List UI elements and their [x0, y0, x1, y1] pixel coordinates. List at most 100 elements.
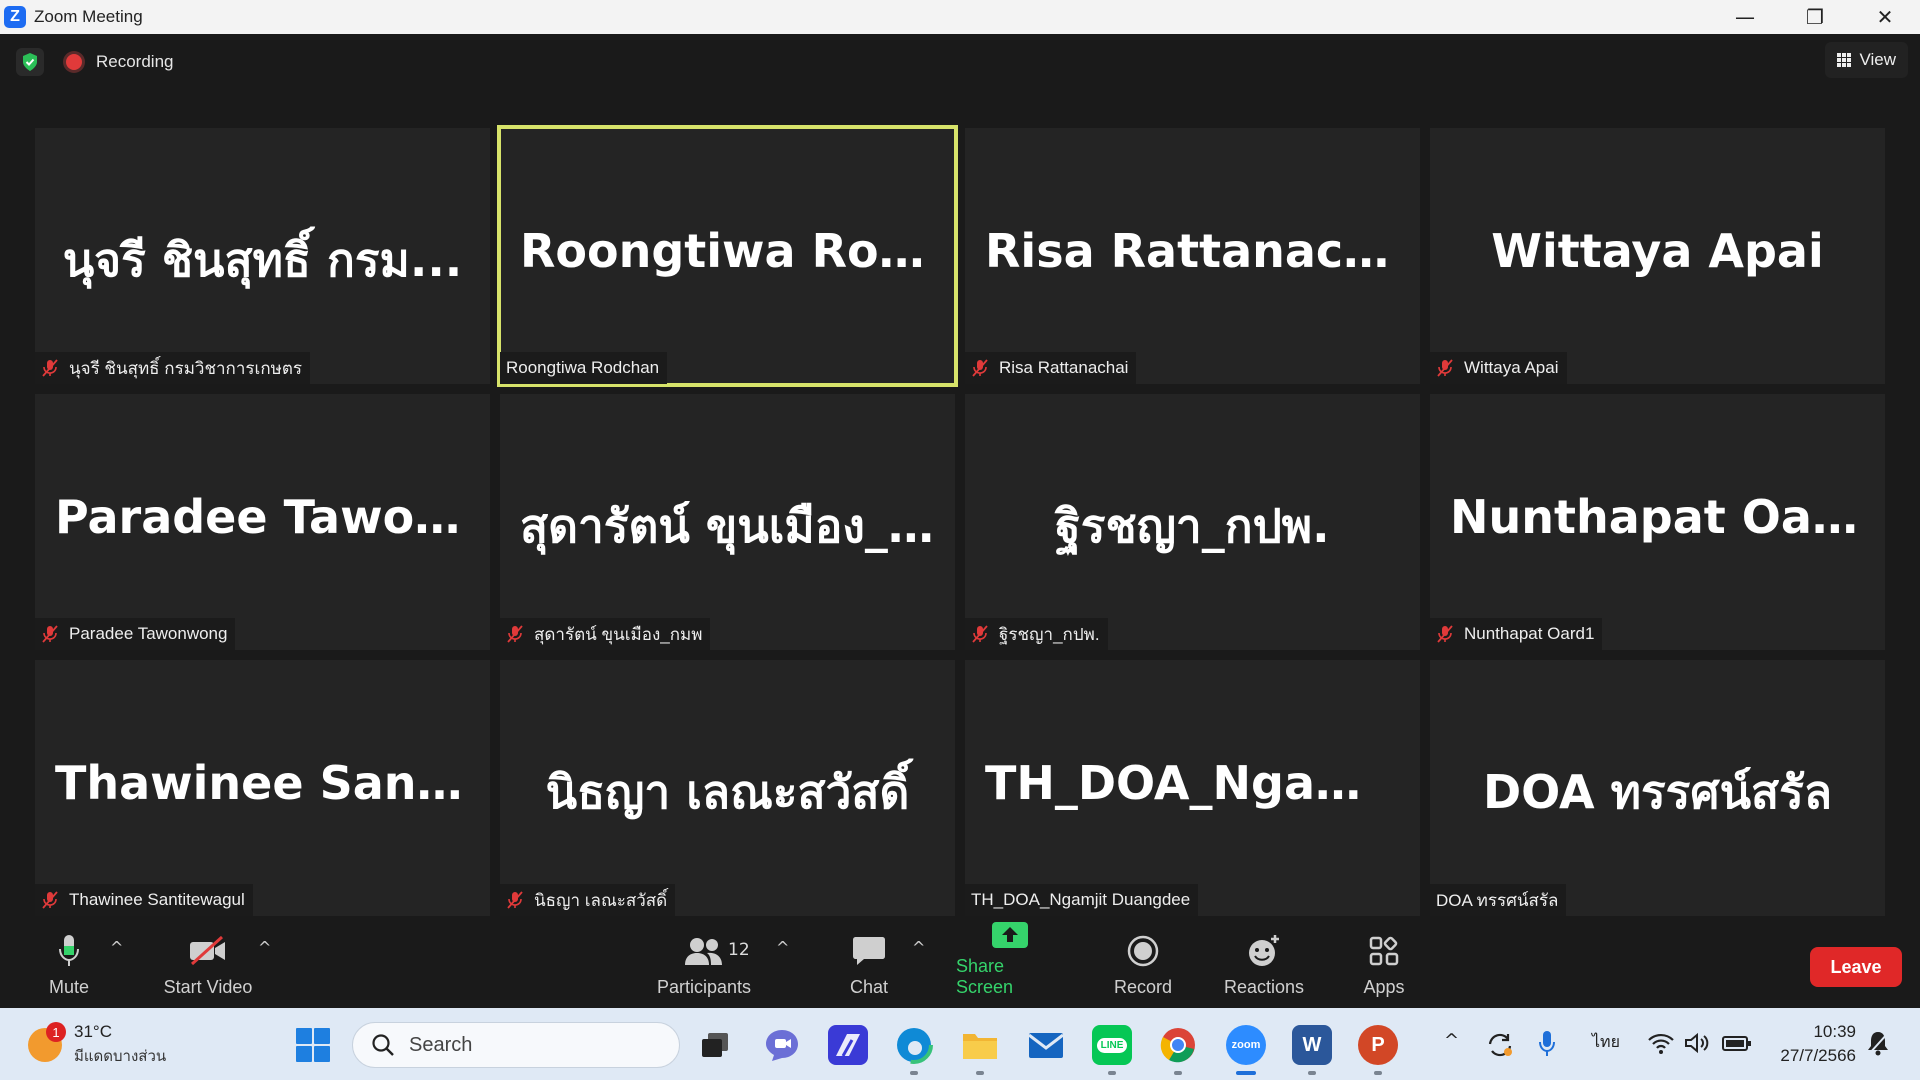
participant-name-text: DOA ทรรศน์สรัล — [1436, 890, 1559, 910]
participant-display-name: TH_DOA_Ngamji... — [985, 756, 1400, 810]
participant-name-text: Thawinee Santitewagul — [69, 890, 245, 909]
system-clock[interactable]: 10:39 27/7/2566 — [1780, 1020, 1856, 1068]
language-indicator[interactable]: ไทย — [1592, 1030, 1620, 1055]
participant-tile[interactable]: นุจรี ชินสุทธิ์ กรม... นุจรี ชินสุทธิ์ กร… — [35, 128, 490, 384]
start-video-label: Start Video — [163, 977, 253, 997]
restore-button[interactable]: ❐ — [1780, 0, 1850, 34]
participants-options-caret-icon[interactable]: ^ — [776, 938, 789, 957]
participant-name-label: นิธญา เลณะสวัสดิ์ — [500, 884, 676, 916]
meeting-status-bar: Recording View — [0, 34, 1920, 94]
reactions-button[interactable]: Reactions — [1222, 924, 1306, 1008]
video-off-icon — [188, 931, 228, 971]
participant-display-name: นิธญา เลณะสวัสดิ์ — [545, 765, 910, 819]
participant-name-text: Risa Rattanachai — [999, 358, 1129, 377]
wifi-icon[interactable] — [1648, 1032, 1674, 1059]
participant-display-name: ฐิรชญา_กปพ. — [1055, 499, 1330, 553]
zoom-app-icon[interactable]: zoom — [1226, 1025, 1266, 1075]
close-button[interactable]: ✕ — [1850, 0, 1920, 34]
participant-name-text: ฐิรชญา_กปพ. — [999, 624, 1100, 644]
muted-microphone-icon — [1436, 359, 1454, 377]
task-view-icon[interactable] — [695, 1025, 735, 1065]
microphone-icon — [58, 931, 80, 971]
muted-microphone-icon — [506, 891, 524, 909]
muted-microphone-icon — [971, 359, 989, 377]
participant-tile[interactable]: TH_DOA_Ngamji... TH_DOA_Ngamjit Duangdee — [965, 660, 1420, 916]
apps-button[interactable]: Apps — [1358, 924, 1410, 1008]
mail-icon[interactable] — [1026, 1025, 1066, 1065]
participant-name-label: DOA ทรรศน์สรัล — [1430, 884, 1567, 916]
participant-display-name: Risa Rattanachai — [985, 224, 1400, 278]
participant-name-label: Wittaya Apai — [1430, 352, 1567, 384]
reactions-label: Reactions — [1223, 977, 1305, 997]
encryption-shield-icon[interactable] — [16, 48, 44, 76]
chrome-browser-icon[interactable] — [1158, 1025, 1198, 1075]
powerpoint-app-label: P — [1371, 1033, 1385, 1056]
taskbar-search-input[interactable]: Search — [352, 1022, 680, 1068]
weather-temperature: 31°C — [74, 1022, 112, 1041]
participant-name-text: นุจรี ชินสุทธิ์ กรมวิชาการเกษตร — [69, 358, 302, 378]
file-explorer-icon[interactable] — [960, 1025, 1000, 1075]
teams-chat-icon[interactable] — [762, 1025, 802, 1065]
muted-microphone-icon — [41, 625, 59, 643]
participant-tile[interactable]: Wittaya Apai Wittaya Apai — [1430, 128, 1885, 384]
participant-tile[interactable]: Thawinee Santit... Thawinee Santitewagul — [35, 660, 490, 916]
muted-microphone-icon — [971, 625, 989, 643]
share-screen-icon — [991, 920, 1029, 950]
participant-name-label: Paradee Tawonwong — [35, 618, 236, 650]
grid-view-icon — [1837, 53, 1852, 67]
participant-name-label: TH_DOA_Ngamjit Duangdee — [965, 884, 1199, 916]
windows-taskbar: 1 31°C มีแดดบางส่วน Search LINE zoom W P… — [0, 1008, 1920, 1080]
participant-tile[interactable]: ฐิรชญา_กปพ. ฐิรชญา_กปพ. — [965, 394, 1420, 650]
line-app-icon[interactable]: LINE — [1092, 1025, 1132, 1075]
windows-start-icon[interactable] — [296, 1028, 330, 1062]
participant-tile[interactable]: สุดารัตน์ ขุนเมือง_... สุดารัตน์ ขุนเมือง… — [500, 394, 955, 650]
tray-overflow-chevron-icon[interactable]: ^ — [1444, 1030, 1459, 1051]
edge-browser-icon[interactable] — [894, 1025, 934, 1075]
start-video-button[interactable]: Start Video — [158, 924, 258, 1008]
participant-name-label: Risa Rattanachai — [965, 352, 1137, 384]
participant-display-name: Wittaya Apai — [1491, 224, 1824, 278]
chat-options-caret-icon[interactable]: ^ — [912, 938, 925, 957]
record-button[interactable]: Record — [1110, 924, 1176, 1008]
chat-button[interactable]: Chat — [840, 924, 898, 1008]
participant-name-text: Roongtiwa Rodchan — [506, 358, 660, 377]
view-button[interactable]: View — [1825, 42, 1908, 78]
battery-icon[interactable] — [1722, 1034, 1752, 1057]
sync-icon[interactable] — [1486, 1032, 1514, 1063]
microphone-tray-icon[interactable] — [1538, 1030, 1556, 1063]
participant-name-text: Wittaya Apai — [1464, 358, 1559, 377]
muted-microphone-icon — [41, 891, 59, 909]
weather-widget[interactable]: 1 31°C มีแดดบางส่วน — [28, 1022, 166, 1068]
weather-description: มีแดดบางส่วน — [74, 1047, 167, 1065]
participant-name-text: นิธญา เลณะสวัสดิ์ — [534, 890, 668, 910]
reactions-smiley-icon — [1246, 931, 1282, 971]
search-icon — [372, 1034, 394, 1056]
weather-badge: 1 — [46, 1022, 66, 1042]
participants-count: 12 — [728, 940, 750, 960]
participant-display-name: Paradee Tawonw... — [55, 490, 470, 544]
participant-tile[interactable]: นิธญา เลณะสวัสดิ์ นิธญา เลณะสวัสดิ์ — [500, 660, 955, 916]
participant-name-text: สุดารัตน์ ขุนเมือง_กมพ — [534, 624, 703, 644]
participant-display-name: สุดารัตน์ ขุนเมือง_... — [520, 499, 935, 553]
participant-tile[interactable]: Roongtiwa Rodc... Roongtiwa Rodchan — [497, 125, 958, 387]
clock-date: 27/7/2566 — [1780, 1046, 1856, 1065]
leave-button[interactable]: Leave — [1810, 947, 1902, 987]
powerpoint-app-icon[interactable]: P — [1358, 1025, 1398, 1075]
word-app-icon[interactable]: W — [1292, 1025, 1332, 1075]
participant-tile[interactable]: Risa Rattanachai Risa Rattanachai — [965, 128, 1420, 384]
share-screen-button[interactable]: Share Screen — [956, 922, 1064, 1008]
minimize-button[interactable]: — — [1710, 0, 1780, 34]
participant-tile[interactable]: DOA ทรรศน์สรัล DOA ทรรศน์สรัล — [1430, 660, 1885, 916]
participant-tile[interactable]: Nunthapat Oard1 Nunthapat Oard1 — [1430, 394, 1885, 650]
volume-icon[interactable] — [1684, 1032, 1712, 1059]
notifications-bell-icon[interactable] — [1866, 1030, 1890, 1061]
participants-button[interactable]: Participants — [650, 924, 758, 1008]
mute-label: Mute — [48, 977, 90, 997]
mute-button[interactable]: Mute — [38, 924, 100, 1008]
participant-name-text: Nunthapat Oard1 — [1464, 624, 1595, 643]
rdp-app-icon[interactable] — [828, 1025, 868, 1065]
recording-indicator[interactable]: Recording — [66, 52, 174, 72]
participant-tile[interactable]: Paradee Tawonw... Paradee Tawonwong — [35, 394, 490, 650]
video-options-caret-icon[interactable]: ^ — [258, 938, 271, 957]
audio-options-caret-icon[interactable]: ^ — [110, 938, 123, 957]
